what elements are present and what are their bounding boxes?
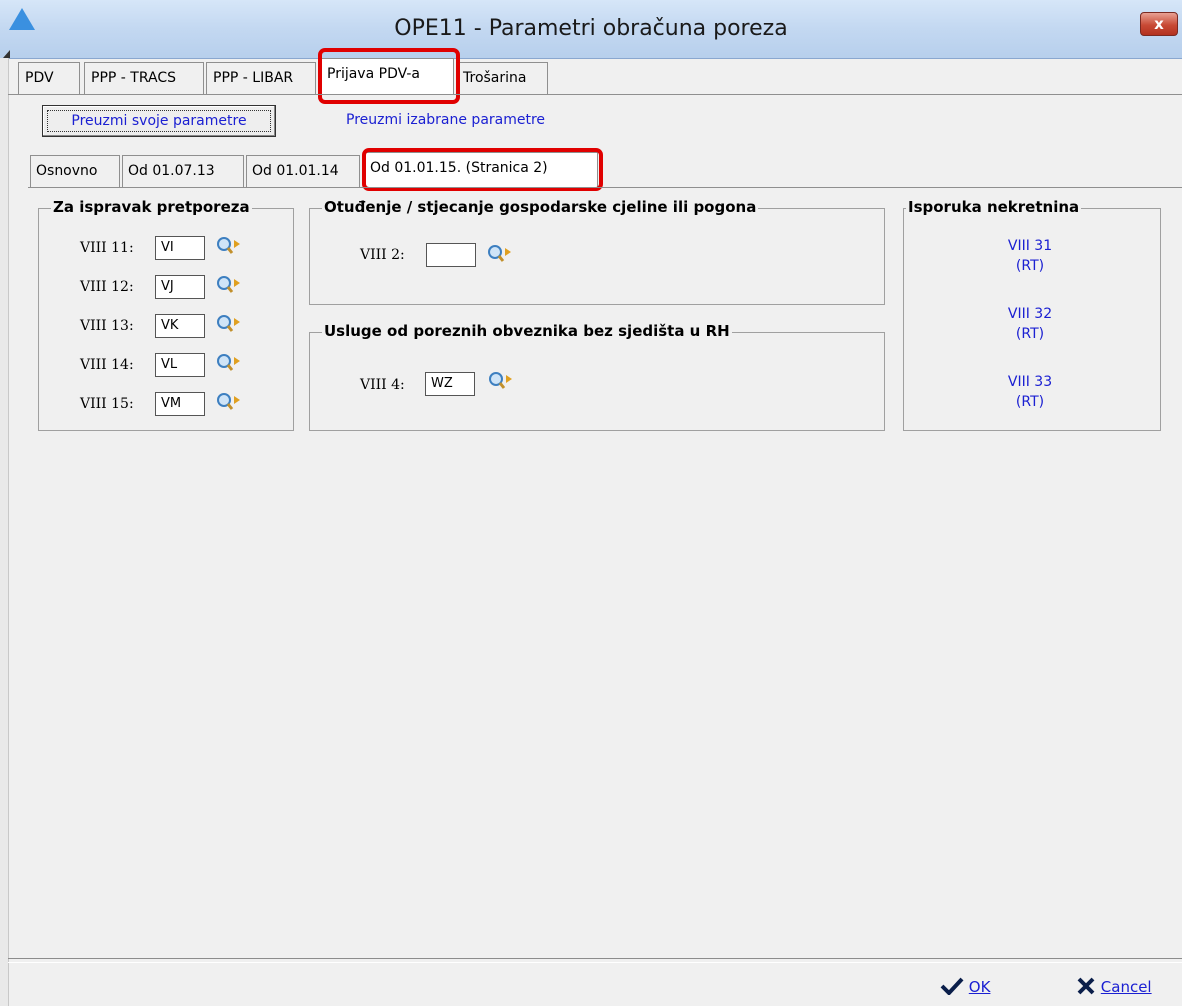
- cancel-label: Cancel: [1100, 978, 1152, 996]
- cross-icon: [1077, 977, 1095, 995]
- field-label: VIII 2:: [360, 247, 405, 263]
- link-line: (RT): [1015, 258, 1045, 274]
- link-line: (RT): [1015, 394, 1045, 410]
- footer-divider-highlight: [8, 962, 1182, 963]
- tab-label: PDV: [25, 70, 54, 86]
- field-label: VIII 13:: [80, 318, 134, 334]
- take-selected-params-button[interactable]: Preuzmi izabrane parametre: [346, 112, 545, 128]
- group-services-title: Usluge od poreznih obveznika bez sjedišt…: [322, 322, 732, 340]
- highlight-frame: [362, 148, 603, 191]
- viii31-link[interactable]: VIII 31 (RT): [990, 236, 1070, 276]
- resize-corner-icon: [3, 50, 10, 58]
- link-line: VIII 33: [1007, 374, 1053, 390]
- tab-divider: [8, 94, 1182, 95]
- viii11-input[interactable]: VI: [155, 236, 205, 260]
- highlight-frame: [318, 48, 460, 104]
- field-label: VIII 4:: [360, 377, 405, 393]
- viii4-input[interactable]: WZ: [425, 372, 475, 396]
- button-label: Preuzmi svoje parametre: [47, 110, 271, 132]
- tab-ppp-tracs[interactable]: PPP - TRACS: [84, 62, 204, 94]
- left-border: [0, 58, 9, 1006]
- lookup-icon[interactable]: [215, 313, 241, 335]
- subtab-osnovno[interactable]: Osnovno: [30, 155, 120, 187]
- tab-label: PPP - TRACS: [91, 70, 176, 86]
- tab-pdv[interactable]: PDV: [18, 62, 80, 94]
- subtab-label: Od 01.07.13: [128, 163, 215, 179]
- subtab-label: Osnovno: [36, 163, 98, 179]
- viii14-input[interactable]: VL: [155, 353, 205, 377]
- lookup-icon[interactable]: [215, 235, 241, 257]
- take-own-params-button[interactable]: Preuzmi svoje parametre: [42, 105, 276, 137]
- lookup-icon[interactable]: [486, 243, 512, 265]
- close-icon: x: [1154, 15, 1164, 33]
- window-title: OPE11 - Parametri obračuna poreza: [394, 16, 788, 41]
- viii2-input[interactable]: [426, 243, 476, 267]
- cancel-button[interactable]: Cancel: [1076, 977, 1152, 996]
- tab-ppp-libar[interactable]: PPP - LIBAR: [206, 62, 316, 94]
- tab-label: PPP - LIBAR: [213, 70, 294, 86]
- group-realestate-title: Isporuka nekretnina: [906, 198, 1082, 216]
- field-label: VIII 15:: [80, 396, 134, 412]
- lookup-icon[interactable]: [215, 391, 241, 413]
- subtab-od-010713[interactable]: Od 01.07.13: [122, 155, 244, 187]
- tab-trosarina[interactable]: Trošarina: [456, 62, 548, 94]
- subtab-od-010114[interactable]: Od 01.01.14: [246, 155, 360, 187]
- lookup-icon[interactable]: [487, 370, 513, 392]
- ok-button[interactable]: OK: [940, 977, 990, 996]
- subtab-label: Od 01.01.14: [252, 163, 339, 179]
- link-line: VIII 32: [1007, 306, 1053, 322]
- field-label: VIII 11:: [80, 240, 134, 256]
- ok-label: OK: [968, 978, 991, 996]
- footer-divider: [8, 958, 1182, 959]
- subtab-divider: [28, 187, 1182, 188]
- field-label: VIII 14:: [80, 357, 134, 373]
- link-line: (RT): [1015, 326, 1045, 342]
- lookup-icon[interactable]: [215, 274, 241, 296]
- group-alienation-title: Otuđenje / stjecanje gospodarske cjeline…: [322, 198, 759, 216]
- viii12-input[interactable]: VJ: [155, 275, 205, 299]
- viii32-link[interactable]: VIII 32 (RT): [990, 304, 1070, 344]
- lookup-icon[interactable]: [215, 352, 241, 374]
- viii15-input[interactable]: VM: [155, 392, 205, 416]
- viii33-link[interactable]: VIII 33 (RT): [990, 372, 1070, 412]
- link-line: VIII 31: [1007, 238, 1053, 254]
- close-button[interactable]: x: [1140, 12, 1178, 36]
- check-icon: [940, 977, 964, 996]
- field-label: VIII 12:: [80, 279, 134, 295]
- group-correction-title: Za ispravak pretporeza: [51, 198, 252, 216]
- viii13-input[interactable]: VK: [155, 314, 205, 338]
- tab-label: Trošarina: [463, 70, 527, 86]
- title-bar: OPE11 - Parametri obračuna poreza x: [0, 0, 1182, 59]
